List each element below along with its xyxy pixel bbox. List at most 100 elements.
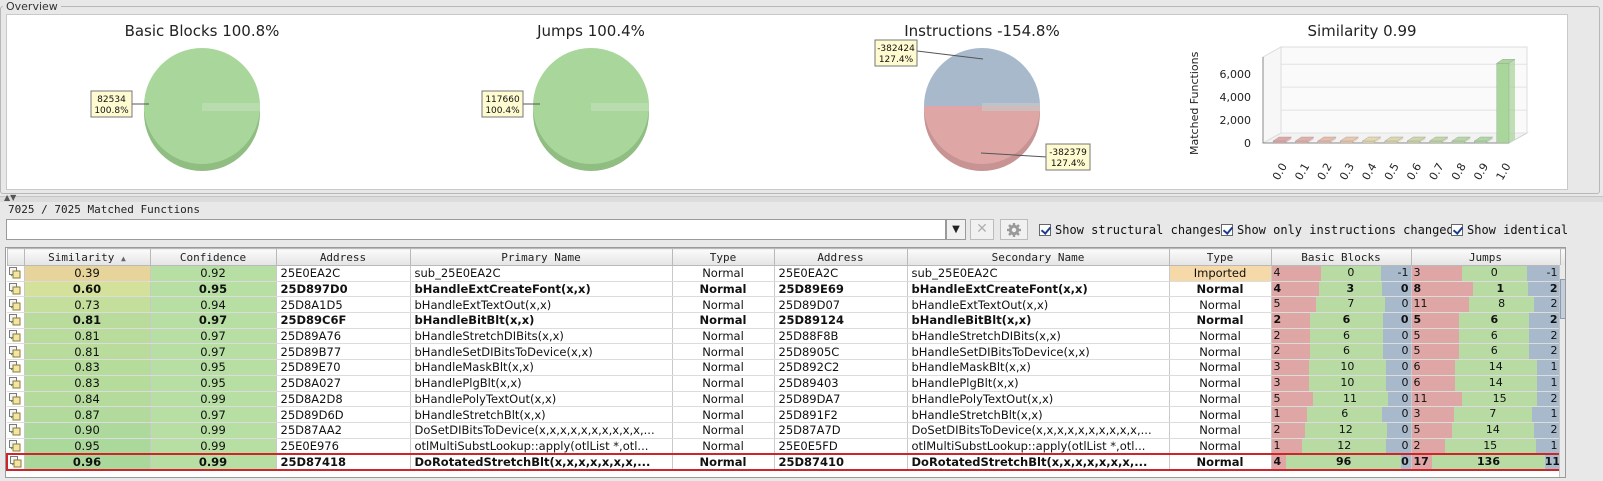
- row-icon: [7, 312, 25, 329]
- primary-address-cell: 25D89C6F: [276, 312, 411, 329]
- secondary-address-cell: 25D87410: [774, 452, 908, 471]
- chart-title: Instructions -154.8%: [904, 22, 1059, 40]
- col-header-secondary-name[interactable]: Secondary Name: [906, 248, 1170, 266]
- table-row[interactable]: 0.84 0.99 25D8A2D8 bHandlePolyTextOut(x,…: [7, 391, 1565, 408]
- col-header-primary-address[interactable]: Address: [275, 248, 411, 266]
- basic-blocks-bar-primary-only: 2: [1271, 313, 1310, 328]
- show-instructions-changed-checkbox[interactable]: Show only instructions changed: [1221, 223, 1454, 237]
- table-row[interactable]: 0.83 0.95 25D8A027 bHandlePlgBlt(x,x) No…: [7, 375, 1565, 392]
- bar-front: [1451, 140, 1465, 144]
- col-header-corner: [1559, 248, 1565, 266]
- jumps-bar-matched: 14: [1451, 422, 1534, 438]
- jumps-bar: 2 15 1: [1411, 438, 1561, 455]
- basic-blocks-bar: 1 12 0: [1271, 438, 1412, 455]
- col-header-secondary-address[interactable]: Address: [773, 248, 908, 266]
- table-row[interactable]: 0.95 0.99 25E0E976 otlMultiSubstLookup::…: [7, 438, 1565, 455]
- table-row[interactable]: 0.96 0.99 25D87418 DoRotatedStretchBlt(x…: [6, 452, 1565, 471]
- similarity-cell: 0.60: [24, 281, 151, 298]
- pane-splitter[interactable]: ▲▼: [0, 194, 1603, 202]
- basic-blocks-bar-matched: 96: [1286, 455, 1402, 468]
- table-row[interactable]: 0.60 0.95 25D897D0 bHandleExtCreateFont(…: [7, 281, 1565, 298]
- primary-address-cell: 25D89B77: [276, 343, 411, 361]
- primary-address-cell: 25D87AA2: [276, 422, 411, 439]
- vertical-scrollbar[interactable]: [1559, 265, 1565, 477]
- row-icon: [7, 343, 25, 361]
- table-row[interactable]: 0.73 0.94 25D8A1D5 bHandleExtTextOut(x,x…: [7, 296, 1565, 314]
- settings-gear-icon[interactable]: [1000, 219, 1028, 240]
- primary-type-cell: Normal: [672, 391, 775, 408]
- basic-blocks-bar-secondary-only: 0: [1386, 375, 1410, 391]
- col-header-jumps[interactable]: Jumps: [1410, 248, 1561, 266]
- basic-blocks-bar-secondary-only: 0: [1382, 281, 1410, 296]
- basic-blocks-bar-matched: 6: [1309, 328, 1383, 343]
- basic-blocks-bar-matched: 6: [1309, 313, 1383, 328]
- col-header-basic-blocks[interactable]: Basic Blocks: [1270, 248, 1412, 266]
- col-header-similarity[interactable]: Similarity ▲: [23, 248, 151, 266]
- basic-blocks-bar-primary-only: 2: [1271, 422, 1305, 438]
- basic-blocks-bar: 4 96 0: [1271, 452, 1412, 471]
- show-identical-checkbox[interactable]: Show identical: [1451, 223, 1568, 237]
- jumps-bar-matched: 7: [1454, 407, 1532, 422]
- table-row[interactable]: 0.87 0.97 25D89D6D bHandleStretchBlt(x,x…: [7, 406, 1565, 423]
- x-tick-label: 0.6: [1404, 161, 1424, 183]
- col-header-icon[interactable]: [6, 248, 25, 266]
- secondary-name-cell: bHandleSetDIBitsToDevice(x,x): [907, 343, 1170, 361]
- primary-type-cell: Normal: [672, 452, 775, 471]
- pie-gloss: [982, 103, 1040, 111]
- primary-address-cell: 25D897D0: [276, 281, 411, 298]
- filter-input[interactable]: [6, 219, 946, 240]
- function-icon: [9, 455, 22, 468]
- tooltip-value: 117660: [485, 95, 520, 105]
- table-row[interactable]: 0.81 0.97 25D89A76 bHandleStretchDIBits(…: [7, 328, 1565, 345]
- checkbox-checked-icon[interactable]: [1039, 224, 1051, 236]
- row-icon: [6, 452, 25, 471]
- filter-dropdown-button[interactable]: ▼: [946, 219, 966, 240]
- secondary-type-cell: Imported: [1169, 265, 1272, 282]
- secondary-name-cell: bHandleStretchBlt(x,x): [907, 406, 1170, 423]
- function-icon: [9, 267, 21, 279]
- primary-type-cell: Normal: [672, 406, 775, 423]
- confidence-cell: 0.95: [150, 281, 277, 298]
- checkbox-label: Show structural changes: [1055, 223, 1222, 237]
- secondary-address-cell: 25D8905C: [774, 343, 908, 361]
- table-row[interactable]: 0.90 0.99 25D87AA2 DoSetDIBitsToDevice(x…: [7, 422, 1565, 439]
- checkbox-checked-icon[interactable]: [1451, 224, 1463, 236]
- similarity-cell: 0.95: [24, 438, 151, 455]
- secondary-name-cell: bHandleBitBlt(x,x): [907, 312, 1170, 329]
- basic-blocks-bar-matched: 3: [1318, 281, 1383, 296]
- secondary-address-cell: 25D89D07: [774, 296, 908, 314]
- col-header-secondary-type[interactable]: Type: [1168, 248, 1272, 266]
- table-row[interactable]: 0.39 0.92 25E0EA2C sub_25E0EA2C Normal 2…: [7, 265, 1565, 282]
- similarity-cell: 0.83: [24, 359, 151, 376]
- similarity-cell: 0.90: [24, 422, 151, 439]
- primary-address-cell: 25E0E976: [276, 438, 411, 455]
- basic-blocks-bar: 2 6 0: [1271, 343, 1412, 361]
- basic-blocks-bar-primary-only: 4: [1271, 281, 1319, 296]
- basic-blocks-bar-primary-only: 1: [1271, 438, 1303, 453]
- basic-blocks-bar-secondary-only: 0: [1382, 328, 1410, 343]
- clear-filter-icon[interactable]: ✕: [970, 219, 994, 240]
- row-icon: [7, 406, 25, 423]
- show-structural-changes-checkbox[interactable]: Show structural changes: [1039, 223, 1221, 237]
- y-tick-label: 6,000: [1220, 68, 1252, 81]
- checkbox-checked-icon[interactable]: [1221, 224, 1233, 236]
- pie-slice-instructions-top: [924, 48, 1040, 106]
- row-icon: [7, 328, 25, 345]
- col-header-confidence[interactable]: Confidence: [149, 248, 277, 266]
- table-row[interactable]: 0.83 0.95 25D89E70 bHandleMaskBlt(x,x) N…: [7, 359, 1565, 376]
- secondary-name-cell: bHandlePolyTextOut(x,x): [907, 391, 1170, 408]
- secondary-name-cell: bHandleStretchDIBits(x,x): [907, 328, 1170, 345]
- function-icon: [9, 283, 21, 295]
- table-row[interactable]: 0.81 0.97 25D89B77 bHandleSetDIBitsToDev…: [7, 343, 1565, 361]
- col-header-primary-name[interactable]: Primary Name: [409, 248, 673, 266]
- table-row[interactable]: 0.81 0.97 25D89C6F bHandleBitBlt(x,x) No…: [7, 312, 1565, 329]
- primary-address-cell: 25E0EA2C: [276, 265, 411, 282]
- primary-name-cell: bHandlePlgBlt(x,x): [410, 375, 673, 392]
- primary-name-cell: otlMultiSubstLookup::apply(otlList *,otl…: [410, 438, 673, 455]
- primary-name-cell: bHandleBitBlt(x,x): [410, 312, 673, 329]
- col-header-primary-type[interactable]: Type: [671, 248, 775, 266]
- jumps-bar-secondary-only: 2: [1534, 297, 1559, 312]
- table-body: 0.39 0.92 25E0EA2C sub_25E0EA2C Normal 2…: [6, 265, 1565, 471]
- primary-address-cell: 25D89A76: [276, 328, 411, 345]
- matched-functions-count: 7025 / 7025 Matched Functions: [8, 203, 201, 216]
